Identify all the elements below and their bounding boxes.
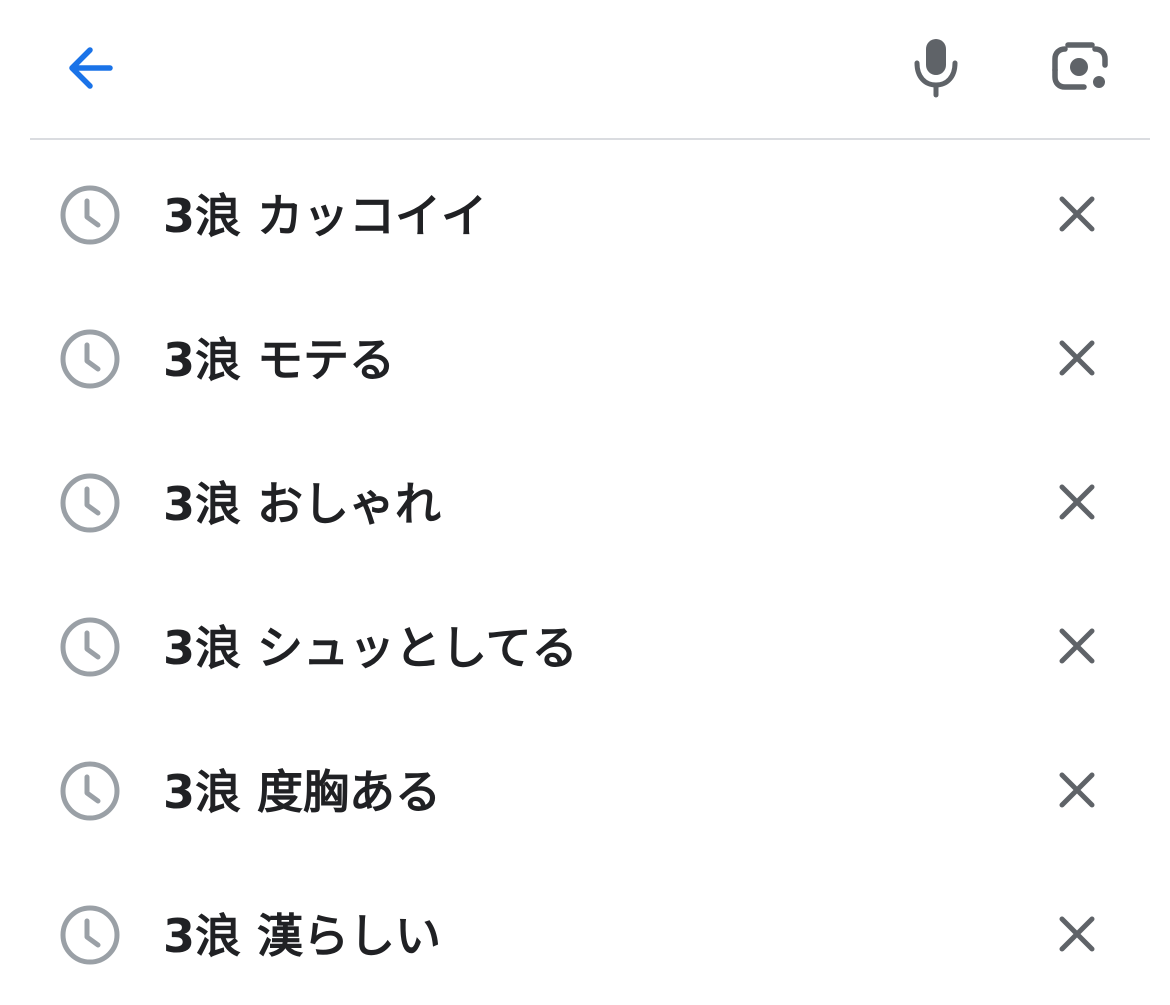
header-divider (30, 138, 1150, 140)
camera-lens-icon (1052, 42, 1108, 90)
history-item-label: 3浪 おしゃれ (163, 477, 442, 531)
history-item[interactable]: 3浪 おしゃれ (0, 429, 1170, 573)
clock-icon (60, 185, 120, 245)
remove-history-button[interactable] (1048, 761, 1106, 819)
history-item[interactable]: 3浪 モテる (0, 285, 1170, 429)
camera-search-button[interactable] (1044, 30, 1116, 102)
remove-history-button[interactable] (1048, 185, 1106, 243)
history-item-label: 3浪 漢らしい (163, 909, 442, 963)
clock-icon (60, 761, 120, 821)
remove-history-button[interactable] (1048, 329, 1106, 387)
close-icon (1059, 916, 1095, 952)
history-item-label: 3浪 カッコイイ (163, 189, 488, 243)
search-top-bar (0, 0, 1170, 138)
clock-icon (60, 905, 120, 965)
history-item[interactable]: 3浪 漢らしい (0, 861, 1170, 1005)
arrow-left-icon (69, 47, 113, 89)
close-icon (1059, 628, 1095, 664)
remove-history-button[interactable] (1048, 905, 1106, 963)
close-icon (1059, 484, 1095, 520)
history-item[interactable]: 3浪 度胸ある (0, 717, 1170, 861)
remove-history-button[interactable] (1048, 473, 1106, 531)
clock-icon (60, 473, 120, 533)
close-icon (1059, 196, 1095, 232)
close-icon (1059, 340, 1095, 376)
voice-search-button[interactable] (900, 30, 972, 102)
close-icon (1059, 772, 1095, 808)
history-item[interactable]: 3浪 シュッとしてる (0, 573, 1170, 717)
history-item-label: 3浪 モテる (163, 333, 396, 387)
back-button[interactable] (56, 34, 124, 102)
history-item-label: 3浪 シュッとしてる (163, 621, 578, 675)
microphone-icon (914, 39, 958, 98)
clock-icon (60, 329, 120, 389)
clock-icon (60, 617, 120, 677)
history-item[interactable]: 3浪 カッコイイ (0, 141, 1170, 285)
remove-history-button[interactable] (1048, 617, 1106, 675)
history-item-label: 3浪 度胸ある (163, 765, 442, 819)
search-history-list: 3浪 カッコイイ 3浪 モテる 3浪 おしゃれ 3浪 シュッとしてる 3浪 度胸… (0, 141, 1170, 1005)
